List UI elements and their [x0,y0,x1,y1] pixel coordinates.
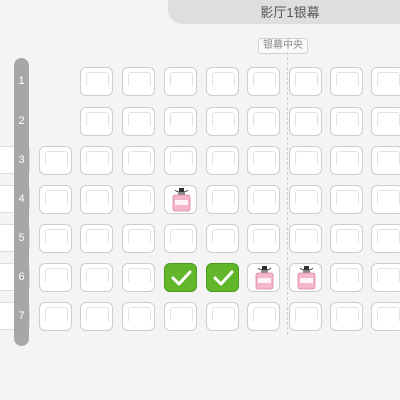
screen-hall-label: 影厅1银幕 [168,0,400,24]
seat-available[interactable] [80,67,113,96]
seat-available[interactable] [39,146,72,175]
row-number: 7 [18,310,25,322]
seat-available[interactable] [164,67,197,96]
row-number: 5 [18,232,25,244]
seat-available[interactable] [247,67,280,96]
seat-available[interactable] [80,302,113,331]
seat-selected[interactable] [206,263,239,292]
seat-available[interactable] [206,107,239,136]
seat-selected[interactable] [164,263,197,292]
seat-special[interactable] [164,185,197,214]
seat-available[interactable] [371,302,400,331]
row-number: 1 [18,75,25,87]
seat-available[interactable] [289,107,322,136]
row-number: 2 [18,115,25,127]
seat-available[interactable] [206,302,239,331]
seat-available[interactable] [39,185,72,214]
seat-available[interactable] [330,67,363,96]
seat-available[interactable] [247,185,280,214]
row-number: 6 [18,271,25,283]
seat-available[interactable] [330,185,363,214]
seat-available[interactable] [371,263,400,292]
screen-center-line [287,52,288,335]
seat-available[interactable] [371,146,400,175]
seat-available[interactable] [206,224,239,253]
seat-available[interactable] [371,67,400,96]
seat-available[interactable] [80,107,113,136]
seat-available[interactable] [330,146,363,175]
seat-available[interactable] [164,107,197,136]
seat-available[interactable] [247,146,280,175]
seat-available[interactable] [122,107,155,136]
seat-available[interactable] [206,185,239,214]
seat-special[interactable] [289,263,322,292]
seat-available[interactable] [80,185,113,214]
seat-available[interactable] [289,185,322,214]
seat-available[interactable] [39,302,72,331]
seat-available[interactable] [330,224,363,253]
seat-available[interactable] [80,224,113,253]
seat-available[interactable] [122,263,155,292]
row-number: 3 [18,154,25,166]
seat-available[interactable] [371,107,400,136]
seat-available[interactable] [39,263,72,292]
seat-available[interactable] [289,146,322,175]
seat-available[interactable] [371,185,400,214]
seat-available[interactable] [164,302,197,331]
seat-available[interactable] [247,224,280,253]
seat-available[interactable] [206,146,239,175]
seat-available[interactable] [80,146,113,175]
seat-available[interactable] [289,302,322,331]
seat-available[interactable] [371,224,400,253]
seat-available[interactable] [164,146,197,175]
seat-available[interactable] [247,302,280,331]
seat-available[interactable] [122,302,155,331]
seat-available[interactable] [80,263,113,292]
seat-available[interactable] [164,224,197,253]
seat-available[interactable] [330,302,363,331]
seat-available[interactable] [122,224,155,253]
screen-center-label: 银幕中央 [258,38,308,54]
seat-available[interactable] [206,67,239,96]
row-number-indicator: 1 2 3 4 5 6 7 [14,58,29,346]
seat-available[interactable] [289,67,322,96]
row-number: 4 [18,193,25,205]
seat-available[interactable] [330,263,363,292]
seat-available[interactable] [122,67,155,96]
seat-available[interactable] [122,146,155,175]
seat-special[interactable] [247,263,280,292]
seat-available[interactable] [122,185,155,214]
seat-available[interactable] [247,107,280,136]
seat-available[interactable] [39,224,72,253]
seat-available[interactable] [330,107,363,136]
seat-available[interactable] [289,224,322,253]
